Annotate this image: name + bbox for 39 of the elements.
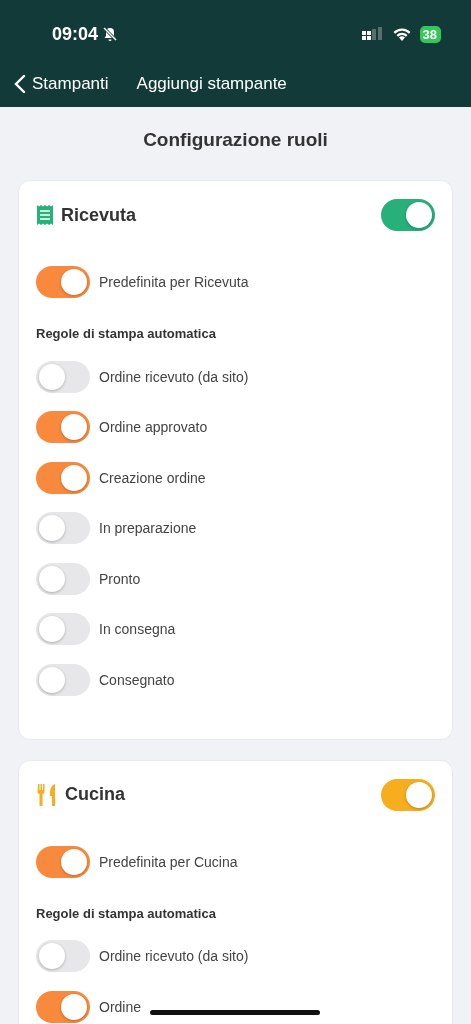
toggle-label: Ordine: [99, 998, 142, 1015]
clock: 09:04: [52, 23, 99, 45]
signal-icon: [361, 27, 384, 41]
role-name: Cucina: [65, 784, 126, 805]
toggle-switch[interactable]: [36, 663, 90, 696]
toggle-label: Creazione ordine: [99, 469, 206, 486]
page-heading: Configurazione ruoli: [142, 129, 329, 151]
toggle-switch[interactable]: [36, 845, 90, 878]
section-heading: Regole di stampa automatica: [36, 326, 217, 342]
toggle-label: Predefinita per Cucina: [99, 853, 238, 870]
toggle-switch[interactable]: [36, 411, 90, 443]
role-name: Ricevuta: [61, 204, 138, 226]
toggle-switch[interactable]: [36, 940, 90, 972]
toggle-label: In preparazione: [99, 520, 197, 536]
toggle-label: Ordine ricevuto (da sito): [99, 948, 249, 964]
toggle-switch[interactable]: [36, 266, 90, 298]
toggle-switch[interactable]: [381, 778, 435, 811]
toggle-switch[interactable]: [381, 199, 435, 231]
toggle-switch[interactable]: [36, 613, 90, 645]
toggle-switch[interactable]: [36, 360, 90, 393]
toggle-label: Consegnato: [99, 671, 175, 688]
bell-off-icon: [102, 26, 119, 42]
toggle-label: Predefinita per Ricevuta: [99, 274, 249, 290]
screen-title: Aggiungi stampante: [136, 73, 287, 94]
fork-knife-icon: [37, 783, 57, 806]
toggle-switch[interactable]: [36, 461, 90, 494]
receipt-icon: [37, 205, 53, 225]
battery-level: 38: [419, 25, 441, 43]
toggle-label: Ordine ricevuto (da sito): [99, 368, 249, 385]
toggle-switch[interactable]: [36, 512, 90, 544]
back-button[interactable]: Stampanti: [14, 73, 109, 94]
toggle-label: Ordine approvato: [99, 419, 208, 435]
toggle-label: Pronto: [99, 570, 141, 587]
chevron-left-icon: [14, 73, 26, 94]
section-heading: Regole di stampa automatica: [36, 905, 217, 922]
toggle-switch[interactable]: [36, 562, 90, 595]
toggle-switch[interactable]: [36, 990, 90, 1023]
wifi-icon: [391, 27, 412, 41]
toggle-label: In consegna: [99, 621, 176, 637]
